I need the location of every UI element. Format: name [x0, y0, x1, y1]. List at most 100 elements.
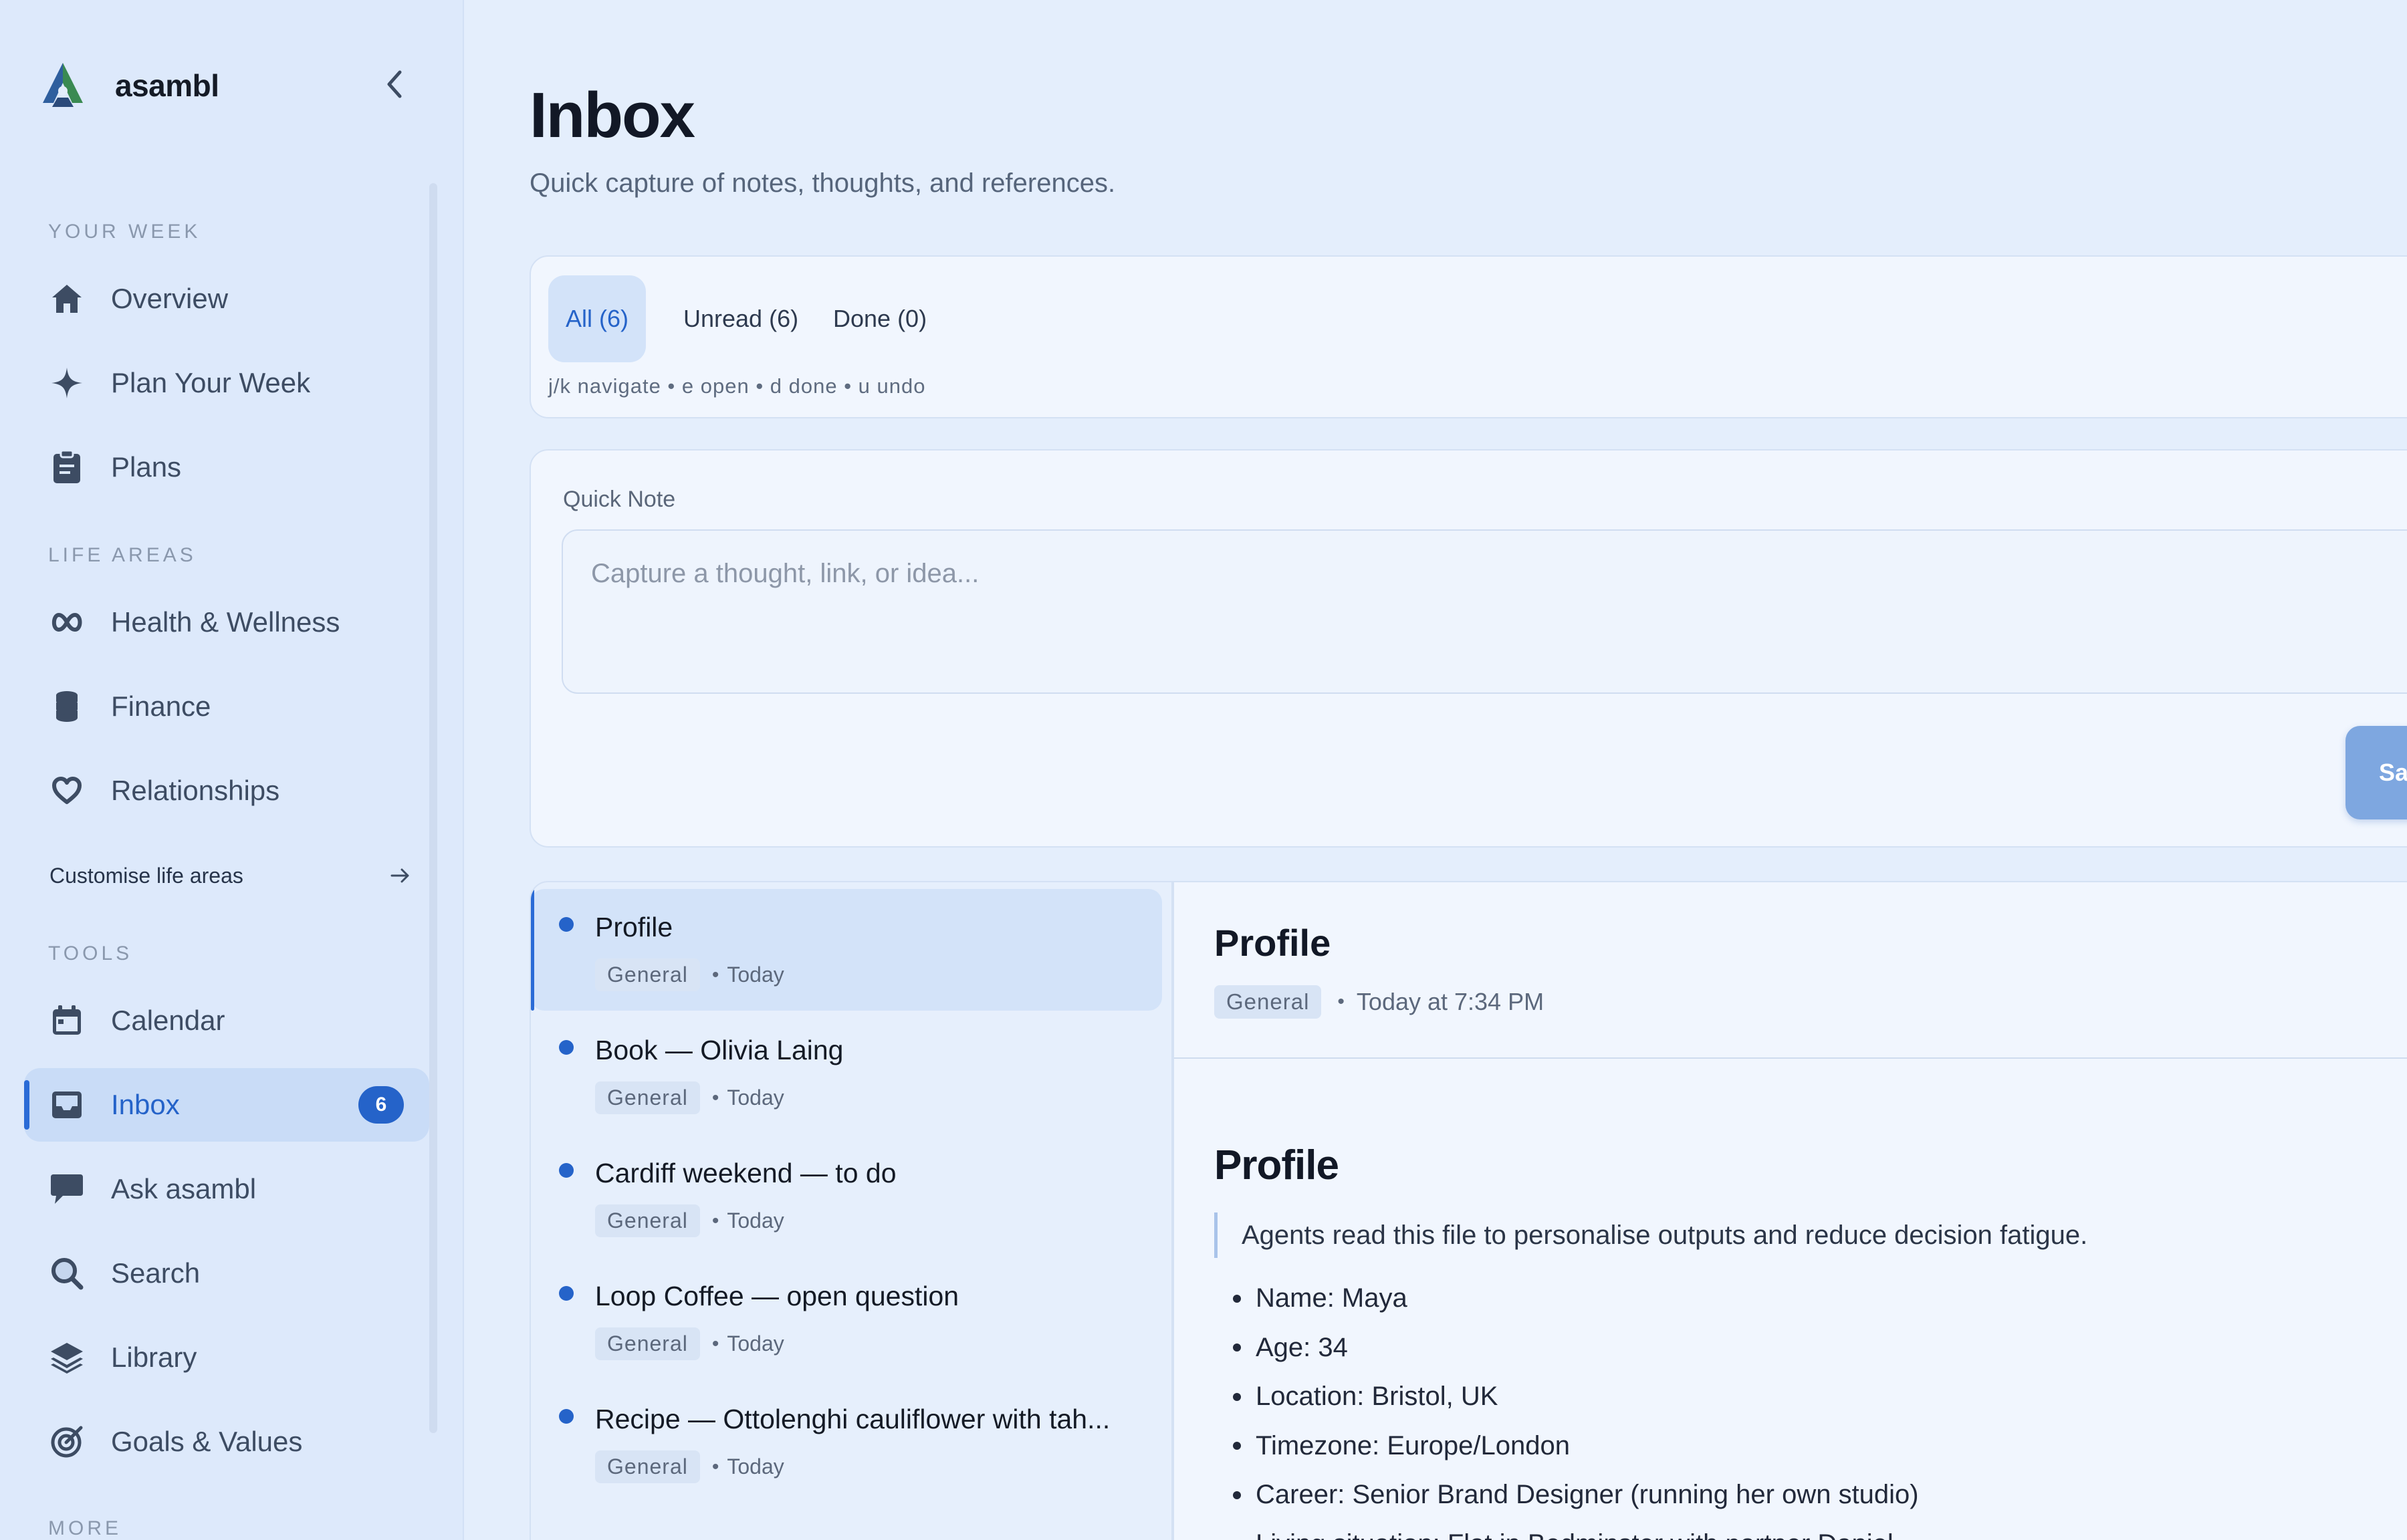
- chat-icon: [48, 1170, 86, 1208]
- list-item[interactable]: Loop Coffee — open question General • To…: [531, 1258, 1170, 1380]
- sidebar-item-ask-asambl[interactable]: Ask asambl: [24, 1152, 429, 1226]
- separator-dot: •: [711, 1086, 719, 1109]
- calendar-icon: [48, 1002, 86, 1039]
- detail-timestamp: Today at 7:34 PM: [1356, 988, 1544, 1015]
- bullet-item: Timezone: Europe/London: [1233, 1422, 1919, 1471]
- inbox-list: Profile General • Today Book — Olivia La…: [530, 881, 1173, 1540]
- sidebar-item-label: Ask asambl: [111, 1173, 257, 1204]
- list-item[interactable]: Book — Olivia Laing General • Today: [531, 1012, 1170, 1134]
- separator-dot: •: [711, 963, 719, 986]
- sidebar-item-plans[interactable]: Plans: [24, 430, 429, 504]
- category-tag: General: [595, 1081, 700, 1114]
- separator-dot: •: [1337, 991, 1345, 1013]
- sidebar-item-label: Relationships: [111, 775, 280, 806]
- sidebar-item-label: Library: [111, 1341, 197, 1373]
- separator-dot: •: [711, 1332, 719, 1355]
- category-tag: General: [595, 1204, 700, 1237]
- list-item[interactable]: Recipe — Ottolenghi cauliflower with tah…: [531, 1381, 1170, 1503]
- sidebar-item-label: Finance: [111, 690, 211, 722]
- tab-all[interactable]: All (6): [548, 275, 647, 362]
- collapse-sidebar-button[interactable]: [374, 64, 415, 104]
- section-label-life-areas: LIFE AREAS: [48, 544, 197, 566]
- sidebar-item-overview[interactable]: Overview: [24, 262, 429, 336]
- search-icon: [48, 1255, 86, 1292]
- sidebar-item-search[interactable]: Search: [24, 1237, 429, 1310]
- sidebar-scrollbar[interactable]: [429, 183, 437, 1433]
- unread-dot-icon: [559, 917, 574, 932]
- list-item-title: Cardiff weekend — to do: [595, 1158, 897, 1188]
- sidebar-item-calendar[interactable]: Calendar: [24, 984, 429, 1057]
- bullet-item: Age: 34: [1233, 1323, 1919, 1373]
- home-icon: [48, 280, 86, 317]
- list-item-title: Book — Olivia Laing: [595, 1035, 844, 1065]
- customise-life-areas-label: Customise life areas: [49, 863, 243, 888]
- unread-dot-icon: [559, 1286, 574, 1301]
- category-tag: General: [595, 1450, 700, 1483]
- category-tag: General: [595, 958, 700, 991]
- sidebar-item-label: Overview: [111, 283, 229, 314]
- sidebar-item-label: Health & Wellness: [111, 606, 340, 638]
- sidebar-item-label: Calendar: [111, 1005, 225, 1036]
- save-note-button[interactable]: Save Note: [2345, 726, 2407, 819]
- section-label-tools: TOOLS: [48, 942, 133, 965]
- clipboard-icon: [48, 448, 86, 486]
- separator-dot: •: [711, 1209, 719, 1232]
- list-item-date: Today: [727, 962, 784, 987]
- unread-dot-icon: [559, 1409, 574, 1424]
- list-item-date: Today: [727, 1208, 784, 1233]
- arrow-right-icon: [390, 868, 409, 883]
- page-subtitle: Quick capture of notes, thoughts, and re…: [530, 168, 1116, 198]
- page-title: Inbox: [530, 80, 695, 151]
- sidebar-item-goals-values[interactable]: Goals & Values: [24, 1405, 429, 1479]
- sidebar-item-label: Plans: [111, 451, 182, 483]
- category-tag: General: [595, 1327, 700, 1360]
- customise-life-areas-link[interactable]: Customise life areas: [49, 856, 411, 896]
- unread-dot-icon: [559, 1163, 574, 1178]
- detail-heading: Profile: [1214, 1142, 1339, 1188]
- sidebar-item-label: Plan Your Week: [111, 367, 311, 398]
- tab-unread[interactable]: Unread (6): [666, 275, 816, 362]
- detail-bullet-list: Name: Maya Age: 34 Location: Bristol, UK…: [1233, 1274, 1919, 1540]
- target-icon: [48, 1423, 86, 1460]
- inbox-icon: [48, 1086, 86, 1124]
- inbox-count-badge: 6: [358, 1086, 404, 1124]
- divider: [1174, 1057, 2407, 1059]
- list-item-title: Recipe — Ottolenghi cauliflower with tah…: [595, 1404, 1111, 1434]
- sidebar-item-label: Inbox: [111, 1089, 180, 1120]
- sidebar-item-library[interactable]: Library: [24, 1321, 429, 1394]
- quick-note-input[interactable]: [562, 529, 2407, 694]
- sidebar-item-inbox[interactable]: Inbox 6: [24, 1068, 429, 1142]
- sidebar-item-plan-your-week[interactable]: Plan Your Week: [24, 346, 429, 420]
- bullet-item: Location: Bristol, UK: [1233, 1372, 1919, 1422]
- filter-bar: All (6) Unread (6) Done (0) j/k navigate…: [530, 255, 2407, 418]
- list-item[interactable]: Profile General • Today: [531, 889, 1162, 1011]
- infinity-icon: [48, 604, 86, 641]
- sidebar-item-health-wellness[interactable]: Health & Wellness: [24, 586, 429, 659]
- list-item-title: Profile: [595, 912, 673, 942]
- sidebar-item-relationships[interactable]: Relationships: [24, 754, 429, 827]
- list-item-date: Today: [727, 1454, 784, 1479]
- unread-dot-icon: [559, 1040, 574, 1055]
- main-content: Inbox Quick capture of notes, thoughts, …: [464, 0, 2407, 1540]
- sidebar-item-finance[interactable]: Finance: [24, 670, 429, 743]
- sidebar: asambl YOUR WEEK Overview Plan Your Week…: [0, 0, 464, 1540]
- bullet-item: Career: Senior Brand Designer (running h…: [1233, 1470, 1919, 1520]
- chevron-left-icon: [387, 70, 402, 98]
- section-label-your-week: YOUR WEEK: [48, 221, 201, 243]
- quick-note-label: Quick Note: [563, 487, 676, 512]
- heart-icon: [48, 772, 86, 809]
- quick-note-card: Quick Note Save Note: [530, 449, 2407, 848]
- list-item-date: Today: [727, 1331, 784, 1356]
- brand[interactable]: asambl: [37, 59, 219, 112]
- list-item-date: Today: [727, 1085, 784, 1110]
- list-item[interactable]: Cardiff weekend — to do General • Today: [531, 1135, 1170, 1257]
- tab-done[interactable]: Done (0): [816, 275, 944, 362]
- sparkle-icon: [48, 364, 86, 402]
- keyboard-shortcuts-hint: j/k navigate • e open • d done • u undo: [548, 374, 926, 398]
- bullet-item: Living situation: Flat in Bedminster wit…: [1233, 1520, 1919, 1540]
- detail-category-tag: General: [1214, 985, 1322, 1019]
- bullet-item: Name: Maya: [1233, 1274, 1919, 1323]
- list-item-title: Loop Coffee — open question: [595, 1281, 959, 1311]
- brand-name: asambl: [115, 68, 219, 103]
- detail-pane: Profile General • Today at 7:34 PM Profi…: [1173, 881, 2407, 1540]
